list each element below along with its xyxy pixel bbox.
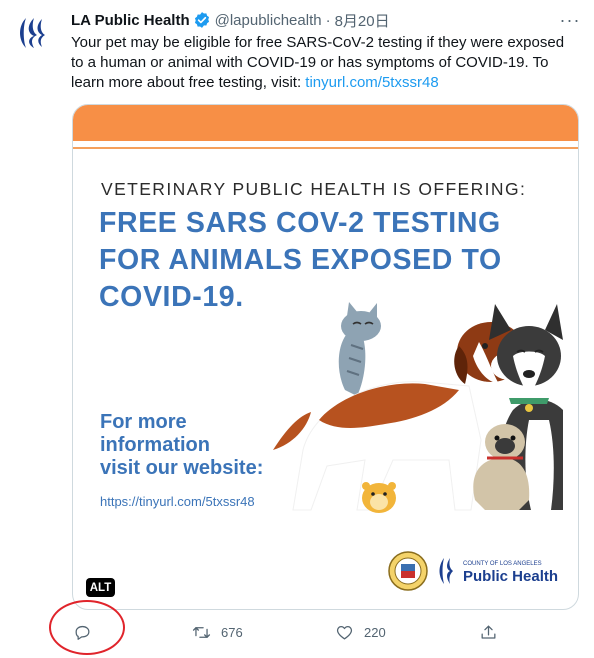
tweet-header: LA Public Health @lapublichealth · 8月20日 <box>71 10 390 30</box>
county-seal-logo <box>388 551 428 591</box>
card-orange-band <box>73 105 578 141</box>
media-image[interactable]: VETERINARY PUBLIC HEALTH IS OFFERING: FR… <box>72 104 579 610</box>
hamster-illustration <box>362 482 396 513</box>
like-button[interactable]: 220 <box>335 622 386 642</box>
alt-badge[interactable]: ALT <box>86 578 115 597</box>
more-info-line-3: visit our website: <box>100 457 264 479</box>
retweet-icon <box>192 626 211 638</box>
tweet-text: Your pet may be eligible for free SARS-C… <box>71 33 571 93</box>
more-options-icon: ··· <box>559 9 581 30</box>
card-orange-line <box>73 147 578 149</box>
retweet-count: 676 <box>221 624 243 640</box>
verified-badge-icon <box>194 12 209 28</box>
tweet: LA Public Health @lapublichealth · 8月20日… <box>0 0 594 658</box>
card-url: https://tinyurl.com/5txssr48 <box>100 494 255 509</box>
more-info-line-2: information <box>100 434 210 456</box>
cat-illustration <box>338 302 381 396</box>
heart-icon <box>336 625 353 639</box>
reply-icon <box>75 625 90 640</box>
logo-big-text: Public Health <box>463 568 558 585</box>
logo-small-text: COUNTY OF LOS ANGELES <box>463 561 542 567</box>
author-name[interactable]: LA Public Health <box>71 12 190 29</box>
author-handle[interactable]: @lapublichealth <box>215 12 322 29</box>
public-health-logo: COUNTY OF LOS ANGELES Public Health <box>439 558 558 585</box>
avatar[interactable] <box>14 10 58 54</box>
reply-button[interactable] <box>73 622 92 642</box>
more-info-line-1: For more <box>100 411 187 433</box>
share-icon <box>481 625 496 639</box>
separator-dot: · <box>325 11 331 29</box>
card-eyebrow: VETERINARY PUBLIC HEALTH IS OFFERING: <box>101 179 527 199</box>
share-button[interactable] <box>479 622 498 642</box>
pug-illustration <box>473 424 530 510</box>
pets-illustration <box>273 302 563 513</box>
like-count: 220 <box>364 624 386 640</box>
card-more-info: For more information visit our website: <box>100 411 263 480</box>
more-options-button[interactable]: ··· <box>558 8 582 32</box>
tweet-link[interactable]: tinyurl.com/5txssr48 <box>305 74 438 91</box>
retweet-button[interactable]: 676 <box>192 622 243 642</box>
tweet-date[interactable]: 8月20日 <box>335 10 390 31</box>
